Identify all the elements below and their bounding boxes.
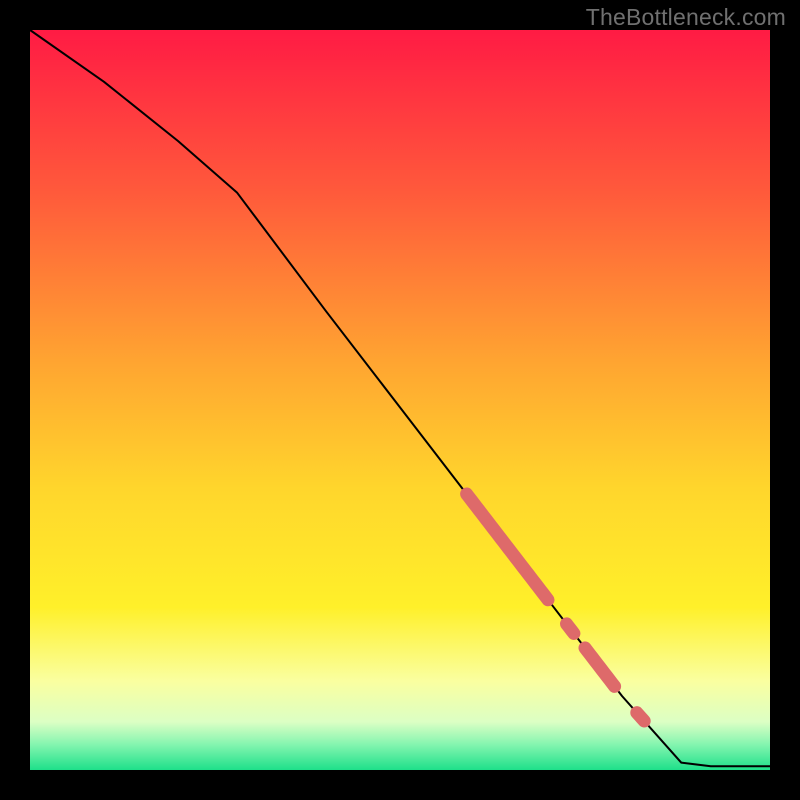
highlight-segment — [467, 494, 548, 600]
highlight-markers — [467, 494, 645, 721]
highlight-segment — [637, 713, 644, 721]
highlight-segment — [585, 648, 615, 686]
chart-stage: TheBottleneck.com — [0, 0, 800, 800]
chart-overlay — [30, 30, 770, 770]
curve-line — [30, 30, 770, 766]
highlight-segment — [567, 624, 574, 634]
watermark-text: TheBottleneck.com — [586, 4, 786, 31]
